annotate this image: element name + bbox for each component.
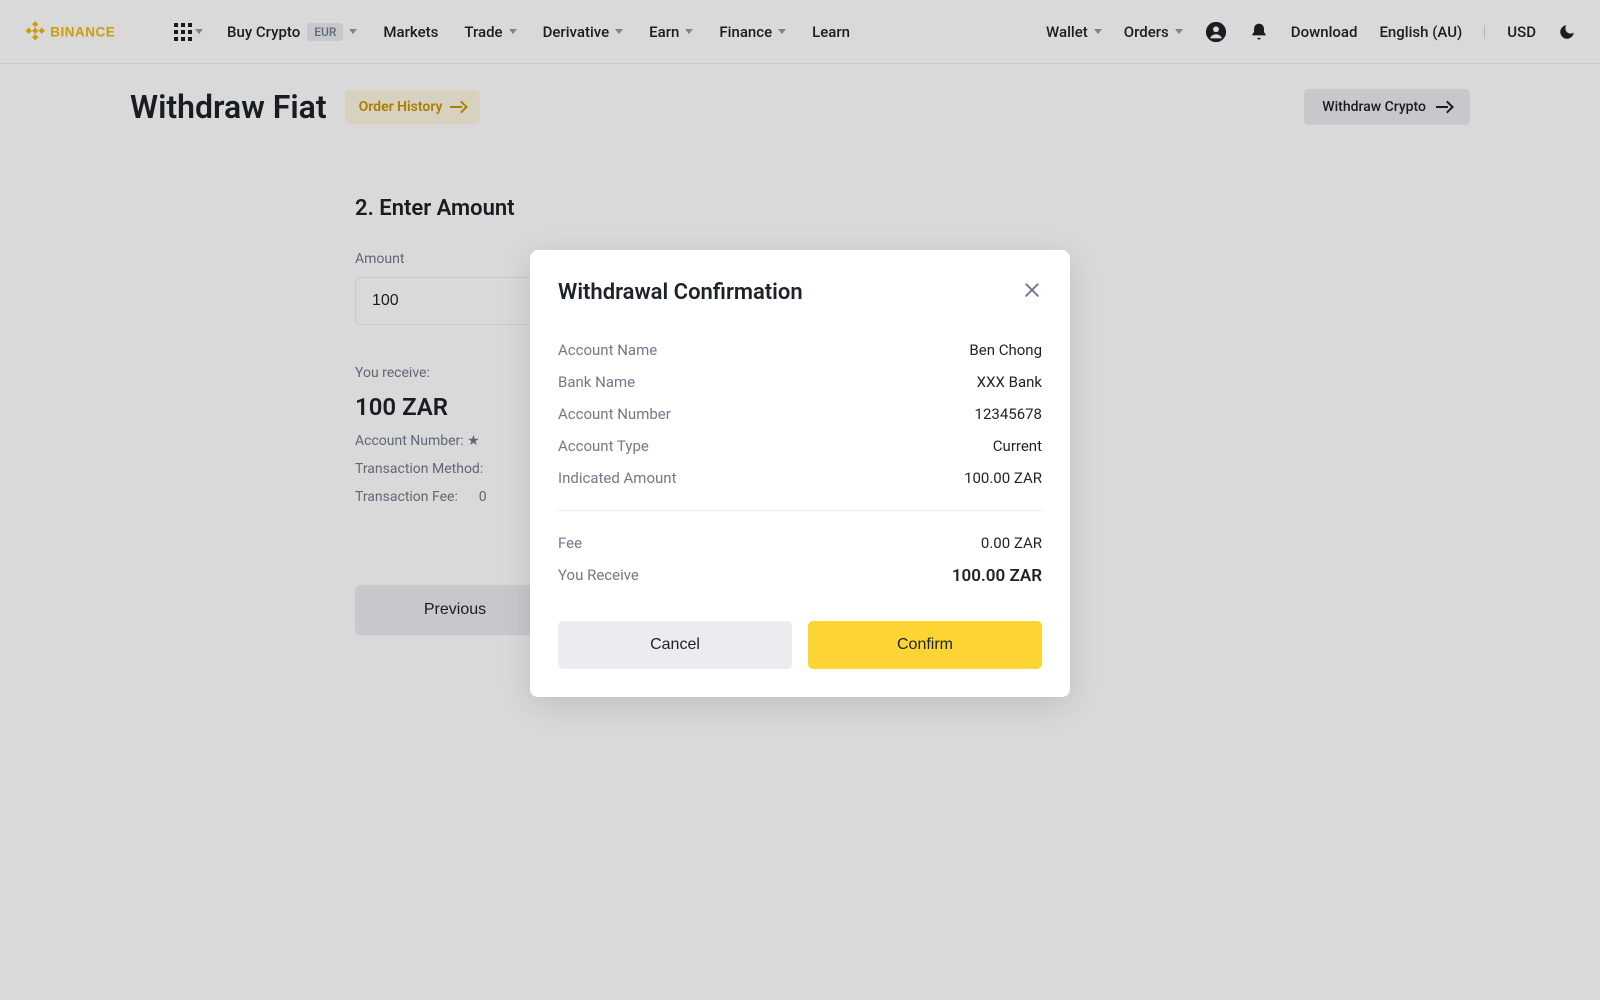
modal-divider [558, 510, 1042, 511]
modal-row-indicated-amount: Indicated Amount 100.00 ZAR [558, 462, 1042, 494]
modal-key: Account Type [558, 437, 649, 455]
withdrawal-confirmation-modal: Withdrawal Confirmation Account Name Ben… [530, 250, 1070, 697]
modal-value: Current [993, 437, 1042, 455]
cancel-button[interactable]: Cancel [558, 621, 792, 669]
modal-row-account-number: Account Number 12345678 [558, 398, 1042, 430]
modal-value: Ben Chong [969, 341, 1042, 359]
x-icon [1022, 280, 1042, 300]
modal-key: Account Number [558, 405, 671, 423]
modal-row-account-type: Account Type Current [558, 430, 1042, 462]
modal-key: Fee [558, 534, 582, 552]
modal-value: 100.00 ZAR [952, 566, 1042, 586]
modal-key: Indicated Amount [558, 469, 676, 487]
modal-key: Bank Name [558, 373, 635, 391]
modal-value: 0.00 ZAR [981, 534, 1042, 552]
modal-value: XXX Bank [977, 373, 1042, 391]
modal-row-bank-name: Bank Name XXX Bank [558, 366, 1042, 398]
modal-buttons: Cancel Confirm [558, 621, 1042, 669]
modal-row-you-receive: You Receive 100.00 ZAR [558, 559, 1042, 593]
modal-value: 12345678 [975, 405, 1042, 423]
modal-value: 100.00 ZAR [964, 469, 1042, 487]
modal-key: Account Name [558, 341, 657, 359]
modal-title: Withdrawal Confirmation [558, 280, 803, 305]
confirm-button[interactable]: Confirm [808, 621, 1042, 669]
modal-row-account-name: Account Name Ben Chong [558, 334, 1042, 366]
modal-row-fee: Fee 0.00 ZAR [558, 527, 1042, 559]
close-icon[interactable] [1022, 278, 1042, 306]
modal-overlay: Withdrawal Confirmation Account Name Ben… [0, 0, 1600, 1000]
modal-header: Withdrawal Confirmation [558, 278, 1042, 306]
modal-key: You Receive [558, 566, 639, 586]
